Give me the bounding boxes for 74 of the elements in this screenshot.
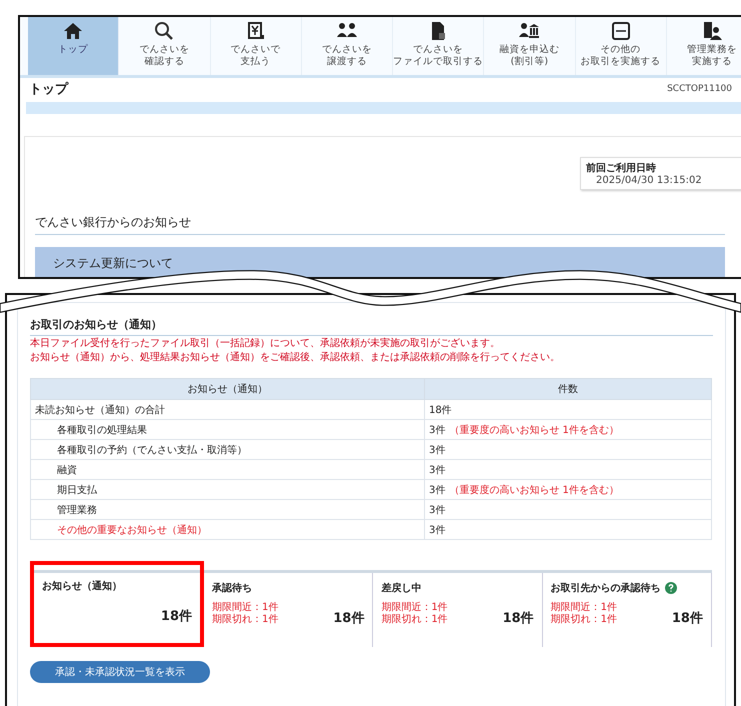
nav-tab[interactable]: トップ	[28, 17, 120, 75]
nav-tab[interactable]: その他の お取引を実施する	[576, 17, 667, 75]
card-title: お知らせ（通知）	[42, 580, 122, 593]
nav-label: 譲渡する	[326, 56, 367, 68]
table-cell: 融資	[30, 460, 424, 480]
table-cell: 3件	[424, 460, 712, 480]
yen-document-icon	[246, 21, 266, 41]
nav-label: ファイルで取引する	[393, 56, 484, 68]
table-cell: 3件	[424, 500, 712, 520]
last-login-time: 2025/04/30 13:15:02	[595, 175, 703, 186]
deadline-text: 期限間近：1件	[212, 602, 278, 614]
card-count: 18件	[672, 610, 703, 627]
monitor-icon	[610, 21, 631, 41]
card-count: 18件	[160, 608, 192, 625]
screen-id: SCCTOP11100	[667, 84, 732, 94]
person-bank-icon	[519, 21, 540, 41]
summary-card[interactable]: 差戻し中 期限間近：1件 期限切れ：1件 18件	[373, 573, 543, 647]
help-icon[interactable]	[664, 582, 677, 594]
table-cell: 18件	[424, 400, 712, 420]
nav-label: トップ	[58, 44, 88, 56]
nav-label: 実施する	[692, 56, 732, 68]
summary-card[interactable]: 承認待ち 期限間近：1件 期限切れ：1件 18件	[204, 573, 374, 647]
column-header: 件数	[424, 378, 712, 400]
column-header: お知らせ（通知）	[30, 378, 424, 400]
nav-label: でんさいで	[230, 44, 281, 56]
nav-label: でんさいを	[139, 44, 190, 56]
deadline-text: 期限切れ：1件	[212, 614, 278, 626]
section-heading: お取引のお知らせ（通知）	[30, 317, 713, 336]
deadline-text: 期限間近：1件	[550, 602, 618, 614]
nav-label: お取引を実施する	[580, 56, 661, 68]
table-cell: 未読お知らせ（通知）の合計	[30, 400, 424, 420]
nav-label: でんさいを	[322, 44, 372, 56]
section-heading: でんさい銀行からのお知らせ	[35, 214, 725, 235]
table-cell: 各種取引の処理結果	[30, 420, 424, 440]
nav-label: (割引等)	[510, 56, 548, 68]
card-count: 18件	[333, 610, 364, 627]
warning-text: 本日ファイル受付を行ったファイル取引（一括記録）について、承認依頼が未実施の取引がございます。	[30, 338, 501, 350]
table-cell: 3件 （重要度の高いお知らせ 1件を含む）	[424, 420, 712, 440]
table-cell: 3件 （重要度の高いお知らせ 1件を含む）	[424, 480, 712, 500]
person-document-icon	[702, 21, 722, 41]
nav-label: 確認する	[144, 56, 184, 68]
nav-tab[interactable]: でんさいを ファイルで取引する	[393, 17, 484, 75]
nav-tab[interactable]: 融資を申込む (割引等)	[484, 17, 576, 75]
table-cell: 期日支払	[30, 480, 424, 500]
nav-label: 支払う	[240, 56, 271, 68]
summary-card[interactable]: お知らせ（通知） 18件	[30, 561, 204, 647]
nav-label: 管理業務を	[686, 44, 737, 56]
home-icon	[63, 21, 84, 41]
deadline-text: 期限切れ：1件	[381, 614, 448, 626]
deadline-text: 期限切れ：1件	[550, 614, 618, 626]
table-cell: 3件	[424, 440, 712, 460]
card-title: 承認待ち	[212, 582, 252, 595]
table-cell: 各種取引の予約（でんさい支払・取消等）	[30, 440, 424, 460]
nav-tab[interactable]: 管理業務を 実施する	[666, 17, 741, 75]
summary-card[interactable]: お取引先からの承認待ち 期限間近：1件 期限切れ：1件 18件	[542, 573, 712, 647]
card-title: 差戻し中	[381, 582, 422, 595]
deadline-text: 期限間近：1件	[381, 602, 448, 614]
table-cell: 3件	[424, 520, 712, 540]
nav-tab[interactable]: でんさいを 確認する	[119, 17, 210, 75]
table-cell: その他の重要なお知らせ（通知）	[30, 520, 424, 540]
notice-item[interactable]: システム更新について	[35, 247, 725, 277]
search-icon	[154, 21, 174, 41]
nav-label: でんさいを	[413, 44, 464, 56]
card-count: 18件	[502, 610, 534, 627]
nav-label: 融資を申込む	[499, 44, 560, 56]
table-cell: 管理業務	[30, 500, 424, 520]
last-login-label: 前回ご利用日時	[586, 162, 657, 175]
nav-tab[interactable]: でんさいを 譲渡する	[302, 17, 393, 75]
status-list-button[interactable]: 承認・未承認状況一覧を表示	[30, 661, 210, 683]
nav-tab[interactable]: でんさいで 支払う	[210, 17, 302, 75]
card-title: お取引先からの承認待ち	[550, 582, 661, 595]
nav-label: その他の	[600, 44, 641, 56]
warning-text: お知らせ（通知）から、処理結果お知らせ（通知）をご確認後、承認依頼、または承認依頼の削除を行ってください。	[30, 352, 561, 364]
page-title: トップ	[29, 80, 68, 98]
